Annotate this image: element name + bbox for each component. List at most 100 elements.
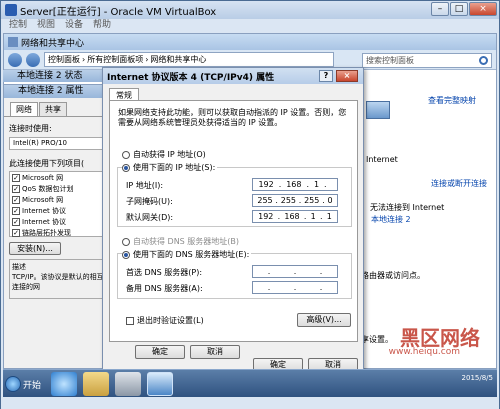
maximize-button[interactable]: □ [450, 2, 468, 16]
mask-label: 子网掩码(U): [126, 197, 173, 206]
vbox-menubar: 控制 视图 设备 帮助 [1, 19, 499, 32]
explorer-icon[interactable] [83, 372, 109, 396]
validate-label: 退出时验证设置(L) [137, 316, 204, 325]
vbox-title: Server[正在运行] - Oracle VM VirtualBox [20, 6, 217, 18]
checkbox[interactable]: ✓ [12, 184, 20, 193]
menu-help[interactable]: 帮助 [93, 19, 111, 32]
chevron-right-icon: › [145, 55, 149, 64]
lcp-cancel-button[interactable]: 取消 [190, 345, 240, 359]
adapter-field: Intel(R) PRO/10 [9, 137, 109, 150]
ip-label: IP 地址(I): [126, 181, 164, 190]
nsc-titlebar: 网络和共享中心 [4, 34, 496, 50]
list-item[interactable]: ✓ QoS 数据包计划 [10, 183, 108, 194]
list-item[interactable]: ✓ Internet 协议 [10, 205, 108, 216]
alternate-dns-input[interactable]: ... [252, 281, 338, 294]
text-fragment: 享设置。 [361, 335, 393, 344]
search-icon[interactable] [479, 56, 488, 65]
advanced-button[interactable]: 高级(V)... [297, 313, 351, 327]
connect-using-label: 连接时使用: [9, 124, 52, 133]
components-list: ✓ Microsoft 网 ✓ QoS 数据包计划 ✓ Microsoft 网 ✓ In… [9, 171, 109, 237]
manual-ip-radio-row[interactable]: 使用下面的 IP 地址(S): [122, 162, 218, 173]
description-title: 描述 [12, 263, 26, 271]
no-internet-text: 无法连接到 Internet [370, 203, 445, 212]
vbox-titlebar: Server[正在运行] - Oracle VM VirtualBox – □ … [1, 1, 499, 19]
manual-dns-radio-row[interactable]: 使用下面的 DNS 服务器地址(E): [122, 249, 252, 260]
virtualbox-icon [5, 4, 17, 16]
help-button[interactable]: ? [319, 70, 333, 82]
taskbar: 开始 2015/8/5 [3, 369, 497, 397]
description-group: 描述 TCP/IP。该协议是默认的相互连接的网 [9, 259, 109, 299]
tab-network[interactable]: 网络 [10, 102, 38, 116]
auto-dns-label: 自动获得 DNS 服务器地址(B) [133, 237, 240, 246]
dialog-close-button[interactable]: × [336, 70, 358, 82]
server-manager-icon[interactable] [115, 372, 141, 396]
dns1-label: 首选 DNS 服务器(P): [126, 268, 203, 277]
lcs-title: 本地连接 2 状态 [17, 71, 83, 81]
checkbox[interactable]: ✓ [12, 206, 20, 215]
checkbox[interactable]: ✓ [12, 173, 20, 182]
breadcrumb-item[interactable]: 控制面板 [48, 54, 80, 65]
manual-ip-label: 使用下面的 IP 地址(S): [133, 163, 216, 172]
connect-disconnect-link[interactable]: 连接或断开连接 [431, 178, 487, 189]
ipv4-properties-dialog: Internet 协议版本 4 (TCP/IPv4) 属性 ? × 常规 如果网… [102, 67, 364, 375]
lcp-ok-button[interactable]: 确定 [135, 345, 185, 359]
checkbox[interactable]: ✓ [12, 228, 20, 237]
chevron-right-icon: › [82, 55, 86, 64]
text-fragment: 路由器或访问点。 [361, 271, 425, 280]
list-item[interactable]: ✓ Internet 协议 [10, 216, 108, 227]
items-label: 此连接使用下列项目( [9, 159, 85, 168]
manual-dns-radio[interactable] [122, 250, 130, 259]
nsc-title: 网络和共享中心 [21, 38, 85, 49]
gateway-label: 默认网关(D): [126, 213, 174, 222]
search-placeholder: 搜索控制面板 [366, 56, 414, 65]
auto-ip-radio[interactable] [122, 150, 130, 159]
search-input[interactable]: 搜索控制面板 [362, 53, 492, 68]
manual-ip-radio[interactable] [122, 163, 130, 172]
system-tray: 2015/8/5 [462, 373, 493, 383]
tab-sharing[interactable]: 共享 [39, 102, 67, 116]
auto-ip-radio-row[interactable]: 自动获得 IP 地址(O) [122, 149, 206, 160]
gateway-input[interactable]: 192. 168. 1. 1 [252, 210, 338, 223]
clock-date: 2015/8/5 [461, 374, 493, 382]
address-input[interactable]: 控制面板 › 所有控制面板项 › 网络和共享中心 [44, 52, 334, 67]
menu-view[interactable]: 视图 [37, 19, 55, 32]
ie-icon[interactable] [51, 372, 77, 396]
network-app-icon[interactable] [147, 372, 173, 396]
forward-button[interactable] [26, 52, 40, 67]
checkbox[interactable]: ✓ [12, 217, 20, 226]
ipv4-description: 如果网络支持此功能，则可以获取自动指派的 IP 设置。否则，您需要从网络系统管理… [118, 108, 347, 127]
validate-row[interactable]: 退出时验证设置(L) [126, 315, 204, 326]
general-panel: 如果网络支持此功能，则可以获取自动指派的 IP 设置。否则，您需要从网络系统管理… [109, 100, 358, 342]
menu-control[interactable]: 控制 [9, 19, 27, 32]
close-button[interactable]: × [469, 2, 497, 16]
auto-dns-radio-row[interactable]: 自动获得 DNS 服务器地址(B) [122, 236, 239, 247]
network-icon [8, 37, 18, 47]
breadcrumb-item[interactable]: 网络和共享中心 [150, 54, 206, 65]
ip-address-input[interactable]: 192. 168. 1. [252, 178, 338, 191]
list-item[interactable]: ✓ 链路层拓扑发现 [10, 227, 108, 238]
list-item[interactable]: ✓ Microsoft 网 [10, 172, 108, 183]
checkbox[interactable]: ✓ [12, 195, 20, 204]
auto-dns-radio[interactable] [122, 237, 130, 246]
list-item[interactable]: ✓ Microsoft 网 [10, 194, 108, 205]
description-text: TCP/IP。该协议是默认的相互连接的网 [12, 273, 104, 291]
manual-dns-label: 使用下面的 DNS 服务器地址(E): [133, 250, 250, 259]
local-connection-status-window: 本地连接 2 状态 [3, 70, 107, 82]
vbox-statusbar [1, 397, 499, 409]
lcp-title: 本地连接 2 属性 [4, 85, 114, 98]
validate-checkbox[interactable] [126, 316, 134, 325]
install-button[interactable]: 安装(N)... [9, 242, 61, 255]
preferred-dns-input[interactable]: ... [252, 265, 338, 278]
minimize-button[interactable]: – [431, 2, 449, 16]
auto-ip-label: 自动获得 IP 地址(O) [133, 150, 206, 159]
subnet-mask-input[interactable]: 255. 255. 255. 0 [252, 194, 338, 207]
start-button[interactable]: 开始 [5, 373, 41, 395]
watermark-url: www.heiqu.com [388, 347, 460, 357]
breadcrumb-item[interactable]: 所有控制面板项 [87, 54, 143, 65]
back-button[interactable] [8, 52, 22, 67]
menu-devices[interactable]: 设备 [65, 19, 83, 32]
local-connection-link[interactable]: 本地连接 2 [371, 214, 411, 225]
view-full-map-link[interactable]: 查看完整映射 [428, 95, 476, 106]
ipv4-titlebar: Internet 协议版本 4 (TCP/IPv4) 属性 ? × [103, 68, 363, 84]
ipv4-title: Internet 协议版本 4 (TCP/IPv4) 属性 [107, 72, 275, 83]
